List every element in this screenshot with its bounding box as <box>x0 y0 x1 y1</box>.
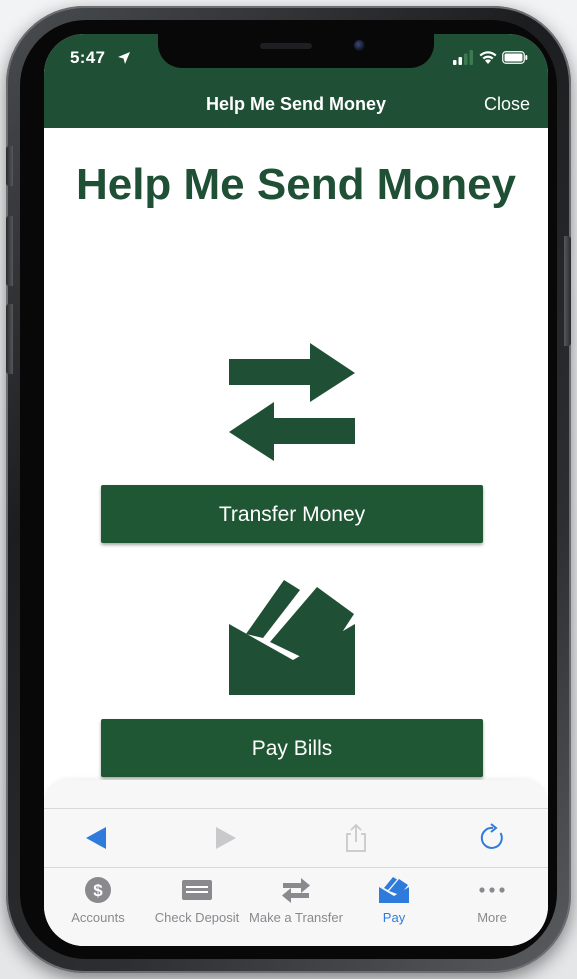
tab-more[interactable]: More <box>442 870 542 940</box>
cellular-signal-icon <box>453 50 473 65</box>
pay-bills-button[interactable]: Pay Bills <box>101 719 483 777</box>
tab-check-deposit[interactable]: Check Deposit <box>147 870 247 940</box>
volume-down-button <box>6 304 13 374</box>
more-icon <box>479 887 505 893</box>
power-button <box>564 236 571 346</box>
speaker-grille <box>260 43 312 49</box>
check-icon <box>182 880 212 900</box>
app-header: 5:47 Help Me Send Money Close <box>44 34 548 128</box>
status-icons <box>436 49 528 67</box>
transfer-arrows-icon <box>229 343 355 461</box>
back-arrow-icon[interactable] <box>82 823 112 853</box>
tab-pay[interactable]: Pay <box>344 870 444 940</box>
tab-bar: $ Accounts Check Deposit Make a Transfer… <box>44 870 548 940</box>
canvas: 5:47 Help Me Send Money Close Help Me Se… <box>0 0 577 979</box>
envelope-cards-icon <box>229 580 355 695</box>
forward-arrow-icon[interactable] <box>210 823 240 853</box>
front-camera <box>354 40 365 51</box>
reload-icon[interactable] <box>478 823 508 853</box>
transfer-icon <box>282 878 310 903</box>
tab-make-transfer[interactable]: Make a Transfer <box>246 870 346 940</box>
silent-switch <box>6 146 13 186</box>
notch <box>158 34 434 68</box>
tab-label-more: More <box>477 910 507 925</box>
share-icon[interactable] <box>341 823 371 853</box>
nav-title: Help Me Send Money <box>205 94 387 114</box>
volume-up-button <box>6 216 13 286</box>
status-time: 5:47 <box>70 48 106 67</box>
wifi-icon <box>479 51 497 64</box>
location-arrow-icon <box>118 52 130 64</box>
battery-icon <box>502 51 528 64</box>
page-title: Help Me Send Money <box>75 160 517 209</box>
transfer-money-button[interactable]: Transfer Money <box>101 485 483 543</box>
close-button[interactable]: Close <box>484 94 530 115</box>
bottom-toolbar: $ Accounts Check Deposit Make a Transfer… <box>44 780 548 946</box>
pay-icon <box>379 877 409 903</box>
phone-screen: 5:47 Help Me Send Money Close Help Me Se… <box>44 34 548 946</box>
browser-controls <box>44 808 548 868</box>
svg-text:$: $ <box>93 881 103 900</box>
tab-accounts[interactable]: $ Accounts <box>48 870 148 940</box>
dollar-icon: $ <box>85 877 111 903</box>
